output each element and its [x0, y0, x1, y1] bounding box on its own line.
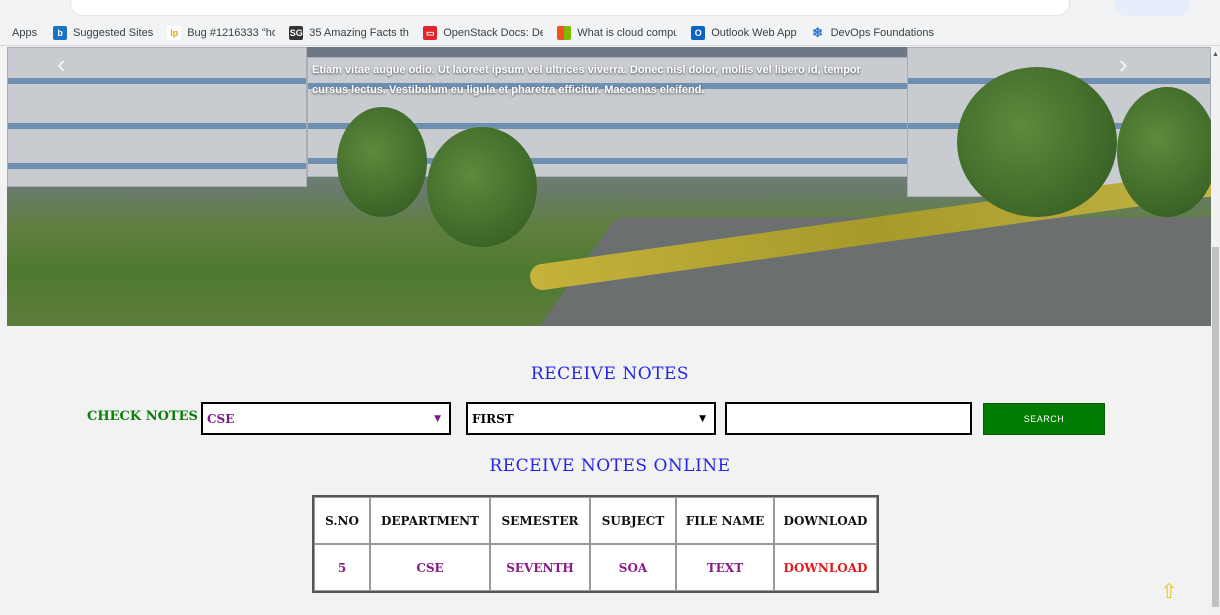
hero-carousel: Etiam vitae augue odio. Ut laoreet ipsum… [7, 47, 1211, 326]
table-header-row: S.NO DEPARTMENT SEMESTER SUBJECT FILE NA… [314, 497, 877, 544]
semester-value: FIRST [472, 412, 514, 426]
table-row: 5 CSE SEVENTH SOA TEXT DOWNLOAD [314, 544, 877, 591]
browser-toolbar [0, 0, 1220, 20]
carousel-prev-icon[interactable]: ‹ [57, 49, 66, 80]
cell-subject: SOA [590, 544, 676, 591]
download-link[interactable]: DOWNLOAD [774, 544, 877, 591]
back-to-top-icon[interactable]: ⇧ [1159, 582, 1179, 602]
header-subject: SUBJECT [590, 497, 676, 544]
header-file-name: FILE NAME [676, 497, 774, 544]
openstack-icon: ▭ [423, 25, 438, 40]
sg-icon: SG [289, 25, 304, 40]
outlook-icon: O [691, 25, 706, 40]
address-bar[interactable] [70, 0, 1070, 16]
bookmark-outlook[interactable]: O Outlook Web App [691, 25, 797, 40]
tree [1117, 87, 1211, 217]
receive-notes-online-title: RECEIVE NOTES ONLINE [489, 456, 731, 476]
tree [957, 67, 1117, 217]
cell-department: CSE [370, 544, 490, 591]
devops-icon: ❄ [812, 24, 824, 40]
notes-table: S.NO DEPARTMENT SEMESTER SUBJECT FILE NA… [312, 495, 879, 593]
check-notes-label: CHECK NOTES : : [87, 409, 217, 424]
profile-button[interactable] [1115, 0, 1190, 16]
cell-semester: SEVENTH [490, 544, 590, 591]
header-department: DEPARTMENT [370, 497, 490, 544]
campus-building [7, 47, 307, 187]
hero-caption: Etiam vitae augue odio. Ut laoreet ipsum… [312, 64, 861, 96]
tree [427, 127, 537, 247]
apps-link[interactable]: Apps [12, 27, 37, 39]
cell-sno: 5 [314, 544, 370, 591]
bing-icon: b [53, 25, 68, 40]
tree [337, 107, 427, 217]
header-semester: SEMESTER [490, 497, 590, 544]
search-button[interactable]: SEARCH [983, 403, 1105, 435]
bookmark-openstack-docs[interactable]: ▭ OpenStack Docs: Dev [423, 25, 543, 40]
department-select[interactable]: CSE ▼ [201, 402, 451, 435]
chevron-down-icon: ▼ [699, 414, 706, 424]
bookmark-suggested-sites[interactable]: b Suggested Sites [53, 25, 153, 40]
scrollbar-thumb[interactable] [1212, 247, 1219, 607]
bookmark-devops[interactable]: ❄ DevOps Foundations [811, 24, 934, 40]
chevron-down-icon: ▼ [434, 414, 441, 424]
page-scrollbar[interactable]: ▲ [1211, 47, 1220, 615]
bookmark-cloud-computing[interactable]: What is cloud compu [557, 25, 677, 40]
receive-notes-title: RECEIVE NOTES [530, 364, 690, 384]
windows-icon [557, 25, 572, 40]
launchpad-icon: lp [167, 25, 182, 40]
header-download: DOWNLOAD [774, 497, 877, 544]
header-sno: S.NO [314, 497, 370, 544]
subject-input[interactable] [725, 402, 972, 435]
cell-file-name: TEXT [676, 544, 774, 591]
bookmarks-bar: Apps b Suggested Sites lp Bug #1216333 "… [0, 20, 1220, 46]
semester-select[interactable]: FIRST ▼ [466, 402, 716, 435]
carousel-next-icon[interactable]: › [1119, 49, 1128, 80]
bookmark-bug[interactable]: lp Bug #1216333 "horiz [167, 25, 275, 40]
bookmark-amazing-facts[interactable]: SG 35 Amazing Facts tha [289, 25, 409, 40]
scroll-up-icon[interactable]: ▲ [1212, 51, 1219, 58]
department-value: CSE [207, 412, 235, 426]
